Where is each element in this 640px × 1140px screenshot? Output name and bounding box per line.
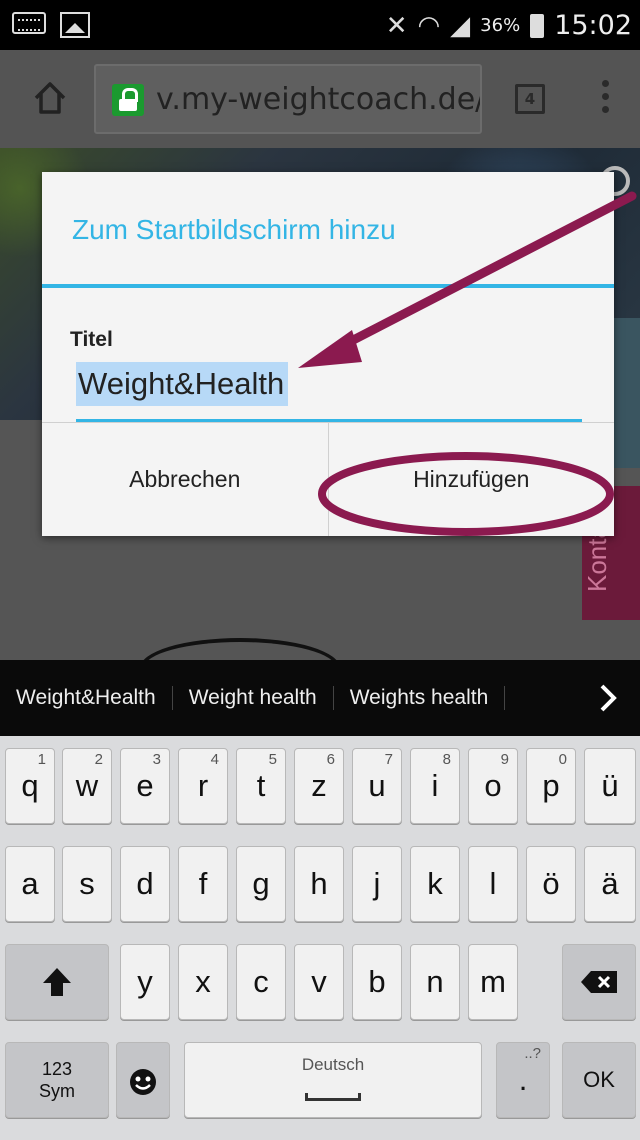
key-o[interactable]: 9o	[468, 748, 518, 824]
key-label: w	[75, 768, 99, 803]
key-label: p	[542, 768, 560, 803]
on-screen-keyboard: 1q 2w 3e 4r 5t 6z 7u 8i 9o 0p ü a s d f …	[0, 736, 640, 1140]
key-label: r	[197, 768, 209, 803]
period-key-hint: ..?	[524, 1045, 541, 1062]
key-j[interactable]: j	[352, 846, 402, 922]
key-label: e	[136, 768, 154, 803]
backspace-key[interactable]	[562, 944, 636, 1020]
key-p[interactable]: 0p	[526, 748, 576, 824]
period-key[interactable]: ..? .	[496, 1042, 550, 1118]
key-g[interactable]: g	[236, 846, 286, 922]
key-label: u	[368, 768, 386, 803]
key-hint: 3	[152, 751, 161, 768]
key-ae[interactable]: ä	[584, 846, 636, 922]
suggestion-3[interactable]: Weights health	[334, 686, 506, 710]
key-hint: 7	[384, 751, 393, 768]
signal-icon: ◢	[450, 10, 471, 41]
key-x[interactable]: x	[178, 944, 228, 1020]
key-oe[interactable]: ö	[526, 846, 576, 922]
key-label: i	[431, 768, 439, 803]
key-hint: 4	[210, 751, 219, 768]
key-ue[interactable]: ü	[584, 748, 636, 824]
mute-icon: ✕	[385, 10, 408, 41]
key-hint: 9	[500, 751, 509, 768]
emoji-key[interactable]	[116, 1042, 170, 1118]
key-hint: 2	[94, 751, 103, 768]
space-key-language: Deutsch	[301, 1055, 365, 1074]
key-u[interactable]: 7u	[352, 748, 402, 824]
suggestion-2[interactable]: Weight health	[173, 686, 334, 710]
key-k[interactable]: k	[410, 846, 460, 922]
key-w[interactable]: 2w	[62, 748, 112, 824]
key-f[interactable]: f	[178, 846, 228, 922]
battery-percent: 36%	[480, 15, 521, 36]
ok-key[interactable]: OK	[562, 1042, 636, 1118]
symbols-key-label-2: Sym	[39, 1081, 75, 1101]
key-b[interactable]: b	[352, 944, 402, 1020]
key-hint: 6	[326, 751, 335, 768]
key-h[interactable]: h	[294, 846, 344, 922]
cancel-button[interactable]: Abbrechen	[42, 423, 328, 536]
key-hint: 1	[37, 751, 46, 768]
suggestion-1[interactable]: Weight&Health	[0, 686, 173, 710]
key-m[interactable]: m	[468, 944, 518, 1020]
lock-icon	[112, 84, 144, 116]
space-key[interactable]: Deutsch	[184, 1042, 482, 1118]
title-input-value: Weight&Health	[76, 362, 289, 406]
chevron-right-icon[interactable]	[590, 680, 626, 716]
wifi-icon: ◠	[417, 10, 441, 41]
period-key-label: .	[518, 1062, 528, 1097]
url-text: v.my-weightcoach.de/l	[156, 82, 482, 117]
key-c[interactable]: c	[236, 944, 286, 1020]
overflow-menu-icon[interactable]	[600, 80, 610, 120]
image-notification-icon	[60, 12, 90, 38]
key-d[interactable]: d	[120, 846, 170, 922]
status-bar: ✕ ◠ ◢ 36% 15:02	[0, 0, 640, 50]
shift-icon	[43, 968, 71, 996]
add-button[interactable]: Hinzufügen	[327, 423, 615, 536]
add-to-homescreen-dialog: Zum Startbildschirm hinzu Titel Weight&H…	[42, 172, 614, 536]
key-hint: 0	[558, 751, 567, 768]
dialog-divider	[42, 284, 614, 288]
key-e[interactable]: 3e	[120, 748, 170, 824]
url-bar[interactable]: v.my-weightcoach.de/l	[94, 64, 482, 134]
tab-switcher-button[interactable]: 4	[515, 84, 545, 114]
dialog-title: Zum Startbildschirm hinzu	[72, 214, 396, 245]
shift-key[interactable]	[5, 944, 109, 1020]
key-t[interactable]: 5t	[236, 748, 286, 824]
key-n[interactable]: n	[410, 944, 460, 1020]
key-hint: 8	[442, 751, 451, 768]
dialog-button-bar: Abbrechen Hinzufügen	[42, 422, 614, 536]
browser-toolbar: v.my-weightcoach.de/l 4	[0, 50, 640, 148]
key-v[interactable]: v	[294, 944, 344, 1020]
key-y[interactable]: y	[120, 944, 170, 1020]
symbols-key[interactable]: 123 Sym	[5, 1042, 109, 1118]
key-i[interactable]: 8i	[410, 748, 460, 824]
key-label: t	[256, 768, 266, 803]
key-a[interactable]: a	[5, 846, 55, 922]
key-r[interactable]: 4r	[178, 748, 228, 824]
clock: 15:02	[554, 10, 632, 41]
key-s[interactable]: s	[62, 846, 112, 922]
space-bar-icon	[305, 1093, 361, 1101]
keyboard-notification-icon	[12, 12, 46, 34]
key-label: ü	[601, 768, 619, 803]
key-label: q	[21, 768, 39, 803]
battery-icon	[530, 13, 545, 38]
symbols-key-label-1: 123	[41, 1059, 73, 1079]
key-hint: 5	[268, 751, 277, 768]
home-icon[interactable]	[32, 80, 68, 116]
key-z[interactable]: 6z	[294, 748, 344, 824]
backspace-icon	[581, 971, 617, 993]
emoji-icon	[130, 1069, 156, 1095]
suggestion-strip: Weight&Health Weight health Weights heal…	[0, 660, 640, 736]
key-label: o	[484, 768, 502, 803]
title-input[interactable]: Weight&Health	[76, 362, 582, 422]
key-label: z	[311, 768, 327, 803]
key-q[interactable]: 1q	[5, 748, 55, 824]
key-l[interactable]: l	[468, 846, 518, 922]
title-field-label: Titel	[70, 328, 113, 351]
